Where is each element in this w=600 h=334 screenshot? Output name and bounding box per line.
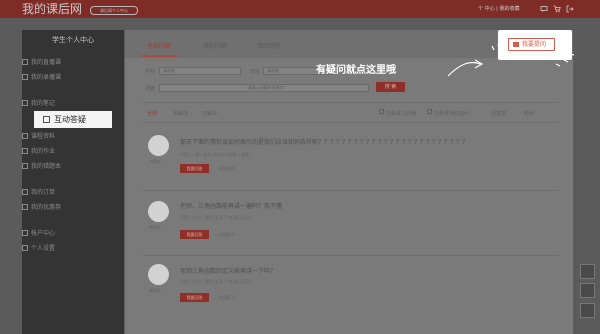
qa-icon xyxy=(43,116,50,123)
sidebar-item-label: 互动答疑 xyxy=(54,115,86,124)
sidebar-item-label: 我的笔记 xyxy=(31,100,56,107)
subject-select[interactable]: 请选择 xyxy=(159,67,241,75)
note-icon xyxy=(22,100,28,106)
row-divider xyxy=(143,255,559,256)
search-button[interactable]: 搜 索 xyxy=(376,82,405,92)
row-divider xyxy=(143,190,559,191)
grade-label: 年级 xyxy=(250,69,261,75)
sidebar-item-label: 我的错题本 xyxy=(31,163,62,170)
sidebar-item-label: 我的录播课 xyxy=(31,74,62,81)
sidebar-item-materials[interactable]: 课程资料 xyxy=(22,133,55,140)
filter-divider xyxy=(143,102,559,103)
question-title[interactable]: 老师，三角函数能再讲一遍吗？我不懂 xyxy=(180,201,282,210)
sidebar-item-settings[interactable]: 个人设置 xyxy=(22,245,55,252)
order-icon xyxy=(22,189,28,195)
tab-underline xyxy=(141,55,177,57)
sort-time[interactable]: 时间 xyxy=(524,110,534,117)
cart-icon[interactable] xyxy=(553,5,561,13)
status-unsolved[interactable]: 未解决 xyxy=(173,110,188,117)
answer-button[interactable]: 我要回答 xyxy=(180,230,209,239)
status-solved[interactable]: 已解决 xyxy=(202,110,217,117)
user-menu[interactable]: 个 中心 | 我的收藏 xyxy=(478,6,519,12)
sidebar-item-label: 课程资料 xyxy=(31,133,56,140)
question-title[interactable]: 那天下面的情形该如何表示的是我们应该如何去作呢？？？？？？？？？？？？？？？？？… xyxy=(180,137,468,146)
keyword-label: 搜索 xyxy=(145,86,156,92)
sidebar-item-label: 我的订单 xyxy=(31,189,56,196)
subject-label: 学科 xyxy=(145,69,156,75)
sidebar-item-coupons[interactable]: 我的优惠券 xyxy=(22,204,61,211)
question-meta: 问题 ◯ 初三 第四 (发表于1年前已回答) xyxy=(180,215,252,220)
compass-icon[interactable] xyxy=(580,283,595,298)
site-logo[interactable]: 我的课后网 xyxy=(22,3,82,15)
question-meta: 问题 ◯ 初三 第四 (发表于1年前已回答) xyxy=(180,279,252,284)
sidebar-item-homework[interactable]: 我的作业 xyxy=(22,148,55,155)
coupon-icon xyxy=(22,204,28,210)
sidebar-item-label: 我的优惠券 xyxy=(31,204,62,211)
asker-name: 梅同学 xyxy=(149,288,161,293)
answer-button[interactable]: 我要回答 xyxy=(180,293,209,302)
asker-name: 卢同学 xyxy=(149,159,161,164)
check-unattended-label: 只看未上的课 xyxy=(386,111,417,117)
annotation-text: 有疑问就点这里哦 xyxy=(316,65,396,76)
video-icon xyxy=(22,74,28,80)
check-teacher-label: 只看老师的提问 xyxy=(434,111,470,117)
book-icon xyxy=(22,163,28,169)
sidebar-item-label: 个人设置 xyxy=(31,245,56,252)
homework-icon xyxy=(22,148,28,154)
question-meta: 问题 ◯ 第一单元 (发表于2年前三道题) xyxy=(180,152,250,157)
asker-name: 梅同学 xyxy=(149,225,161,230)
tab-my-answers[interactable]: 我的回答 xyxy=(257,41,281,50)
status-all[interactable]: 全部 xyxy=(147,110,157,117)
account-icon xyxy=(22,230,28,236)
sidebar-item-mistakes[interactable]: 我的错题本 xyxy=(22,163,61,170)
sidebar-item-account[interactable]: 帐户中心 xyxy=(22,230,55,237)
sidebar-item-recorded[interactable]: 我的录播课 xyxy=(22,74,61,81)
sidebar-item-orders[interactable]: 我的订单 xyxy=(22,189,55,196)
avatar xyxy=(148,201,169,222)
check-unattended[interactable] xyxy=(379,109,384,114)
list-divider xyxy=(143,122,559,123)
check-teacher[interactable] xyxy=(427,109,432,114)
grid-icon[interactable] xyxy=(580,264,595,279)
logout-icon[interactable] xyxy=(566,5,574,13)
sidebar-item-live[interactable]: 我的直播课 xyxy=(22,59,61,66)
file-icon xyxy=(22,133,28,139)
answer-count[interactable]: +回答(1) xyxy=(218,232,235,238)
tab-my-questions[interactable]: 我的问题 xyxy=(203,41,227,50)
annotation-arrow xyxy=(447,44,575,77)
top-icon[interactable] xyxy=(580,303,595,318)
message-icon[interactable] xyxy=(540,5,548,13)
sidebar-item-label: 我的作业 xyxy=(31,148,56,155)
answer-count[interactable]: +回答(0) xyxy=(218,166,235,172)
sidebar-item-qa[interactable]: 互动答疑 xyxy=(34,111,112,128)
sidebar-item-notes[interactable]: 我的笔记 xyxy=(22,100,55,107)
sort-answers[interactable]: 回答数 xyxy=(491,110,506,117)
sidebar-title: 学生个人中心 xyxy=(52,36,94,44)
live-icon xyxy=(22,59,28,65)
keyword-input[interactable]: 请输入问题的关键字 xyxy=(159,84,369,92)
answer-count[interactable]: +回答(1) xyxy=(218,295,235,301)
logo-badge: 课后网个人中心 xyxy=(90,6,138,15)
sidebar-item-label: 帐户中心 xyxy=(31,230,56,237)
avatar xyxy=(148,264,169,285)
sidebar-item-label: 我的直播课 xyxy=(31,59,62,66)
settings-icon xyxy=(22,245,28,251)
question-title[interactable]: 老师三角函数的定义能再讲一下吗？ xyxy=(180,266,276,275)
tab-all[interactable]: 全部问题 xyxy=(147,41,171,50)
answer-button[interactable]: 我要回答 xyxy=(180,164,209,173)
avatar xyxy=(148,135,169,156)
